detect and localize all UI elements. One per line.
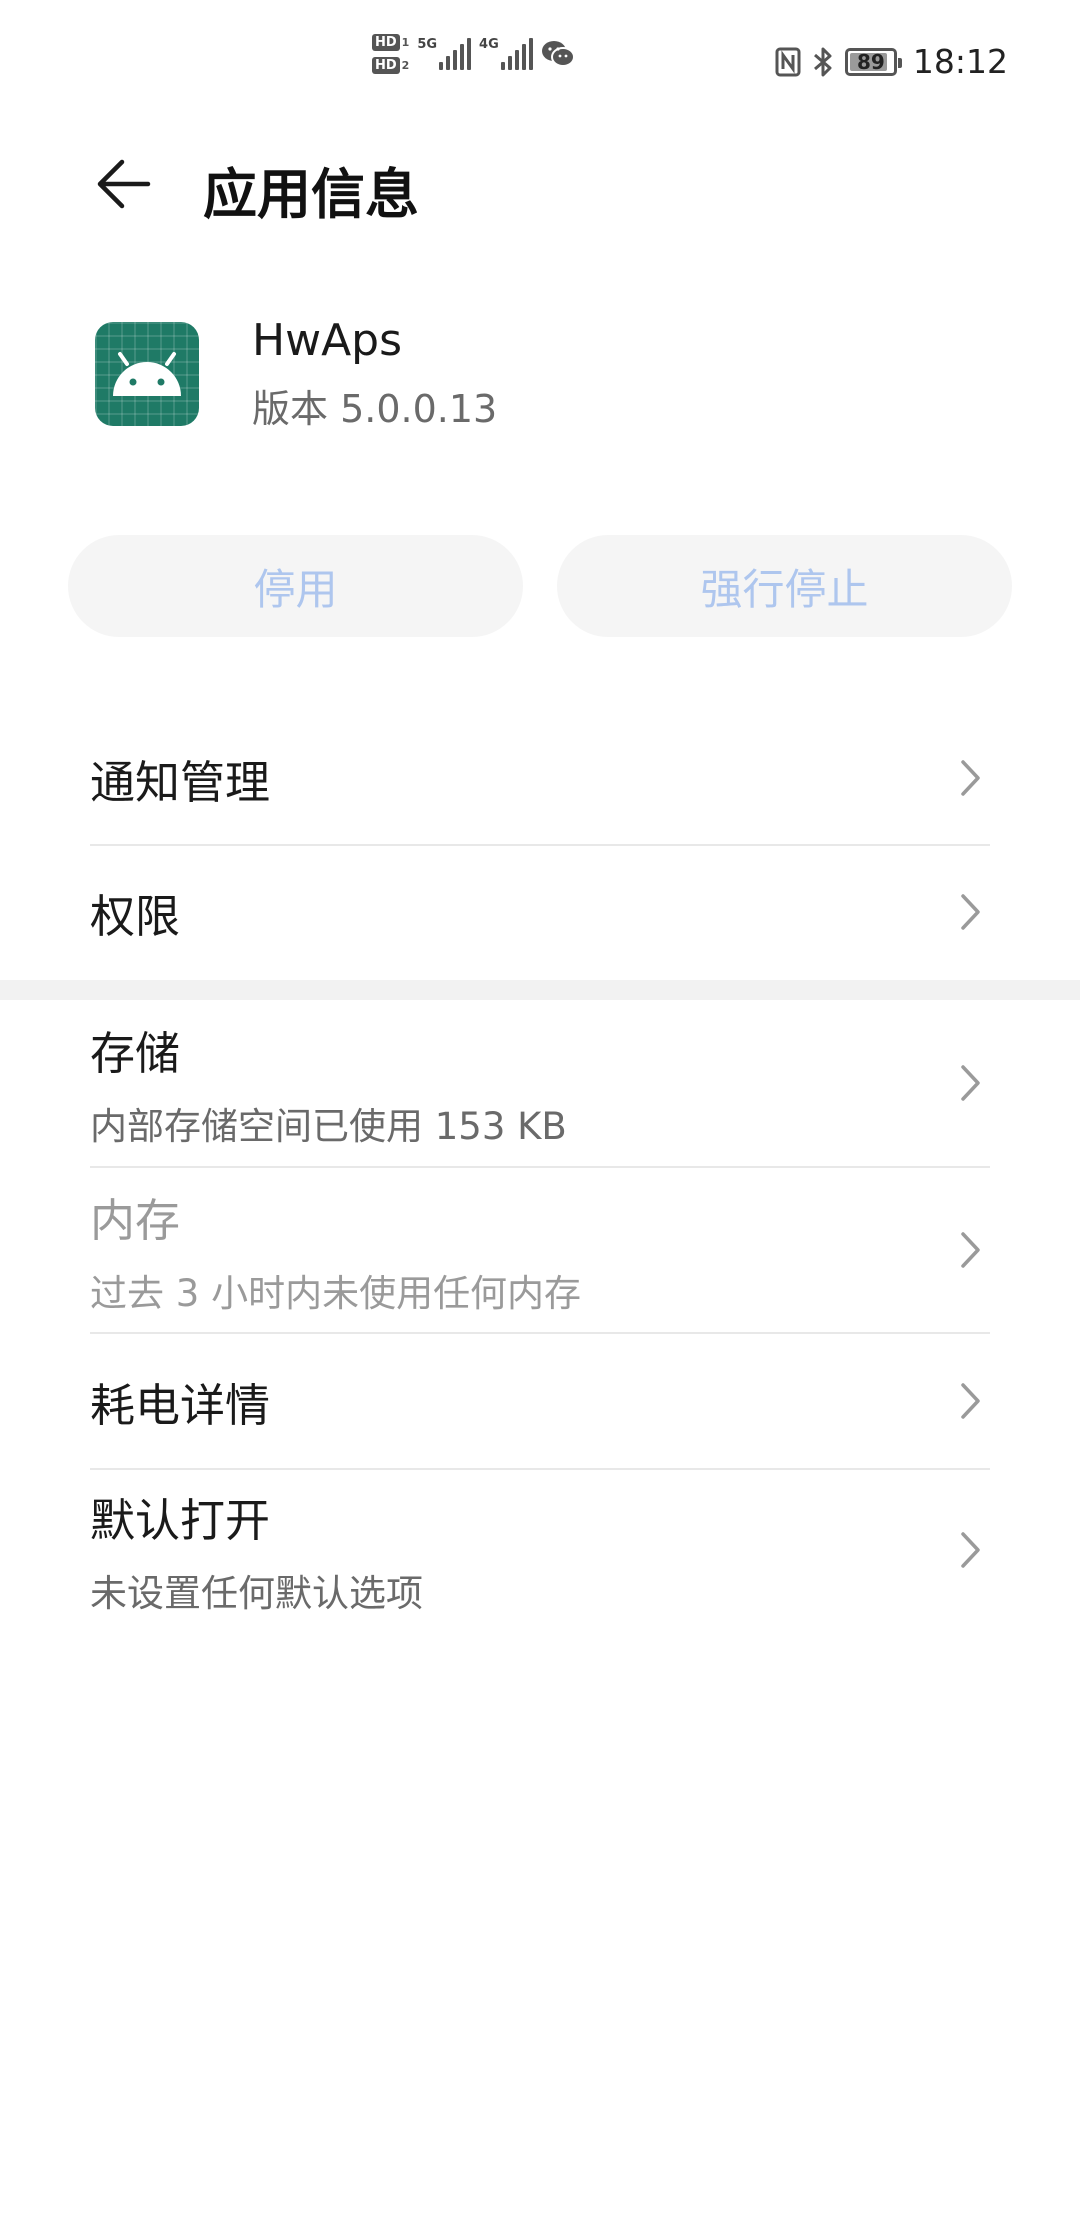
- sim2-network-type: 4G: [479, 37, 499, 52]
- nfc-icon: [775, 47, 801, 76]
- app-name: HwAps: [252, 315, 403, 366]
- back-button[interactable]: [80, 148, 170, 220]
- sim1-signal-bars-icon: [439, 38, 472, 70]
- list-item-open-by-default[interactable]: 默认打开 未设置任何默认选项: [90, 1470, 990, 1630]
- app-meta: HwAps 版本 5.0.0.13: [252, 315, 497, 433]
- status-time: 18:12: [912, 42, 1008, 81]
- app-header: HwAps 版本 5.0.0.13: [95, 315, 497, 431]
- disable-button[interactable]: 停用: [68, 535, 523, 637]
- section-divider: [0, 980, 1080, 1000]
- list-item-title: 内存: [90, 1193, 181, 1247]
- battery-icon: 89: [844, 47, 902, 76]
- action-buttons: 停用 强行停止: [68, 535, 1012, 637]
- sim2-signal-bars-icon: [500, 38, 533, 70]
- settings-list-bottom: 存储 内部存储空间已使用 153 KB 内存 过去 3 小时内未使用任何内存 耗…: [0, 1000, 1080, 1630]
- settings-list-top: 通知管理 权限: [0, 712, 1080, 978]
- list-item-title: 默认打开: [90, 1493, 271, 1547]
- app-version: 版本 5.0.0.13: [252, 387, 498, 431]
- wechat-icon: [541, 41, 575, 67]
- status-bar: HD 1 HD 2 5G 4G 89 18:12: [0, 0, 1080, 126]
- sim1-number: 1: [401, 36, 410, 49]
- list-item-memory[interactable]: 内存 过去 3 小时内未使用任何内存: [90, 1168, 990, 1332]
- sim1-network-type: 5G: [417, 37, 438, 52]
- status-bar-right: 89 18:12: [775, 42, 1008, 81]
- hd-indicators: HD 1 HD 2: [372, 34, 409, 74]
- android-icon: [95, 322, 199, 426]
- chevron-right-icon: [961, 1065, 980, 1101]
- chevron-right-icon: [961, 1532, 980, 1568]
- bluetooth-icon: [813, 47, 832, 76]
- status-bar-left: HD 1 HD 2 5G 4G: [372, 34, 575, 74]
- list-item-title: 权限: [90, 889, 181, 943]
- list-item-storage[interactable]: 存储 内部存储空间已使用 153 KB: [90, 1000, 990, 1166]
- chevron-right-icon: [961, 894, 980, 930]
- page-title: 应用信息: [203, 163, 419, 226]
- list-item-notification-management[interactable]: 通知管理: [90, 712, 990, 844]
- sim2-number: 2: [401, 59, 410, 72]
- list-item-battery-details[interactable]: 耗电详情: [90, 1334, 990, 1468]
- chevron-right-icon: [961, 760, 980, 796]
- sim1-hd-badge: HD: [372, 34, 400, 51]
- sim2-signal: 4G: [479, 38, 533, 70]
- list-item-title: 通知管理: [90, 755, 271, 809]
- sim1-signal: 5G: [417, 37, 472, 70]
- battery-percent: 89: [856, 49, 885, 74]
- sim2-hd-badge: HD: [372, 57, 400, 74]
- arrow-left-icon: [97, 159, 151, 209]
- list-item-title: 存储: [90, 1026, 181, 1080]
- chevron-right-icon: [961, 1383, 980, 1419]
- sim1-hd-indicator: HD 1: [372, 34, 409, 51]
- sim2-hd-indicator: HD 2: [372, 57, 409, 74]
- list-item-subtitle: 过去 3 小时内未使用任何内存: [90, 1271, 582, 1315]
- force-stop-button[interactable]: 强行停止: [557, 535, 1012, 637]
- list-item-permissions[interactable]: 权限: [90, 846, 990, 978]
- title-bar: 应用信息: [0, 126, 1080, 236]
- chevron-right-icon: [961, 1232, 980, 1268]
- list-item-subtitle: 内部存储空间已使用 153 KB: [90, 1104, 567, 1148]
- list-item-title: 耗电详情: [90, 1378, 271, 1432]
- list-item-subtitle: 未设置任何默认选项: [90, 1571, 423, 1615]
